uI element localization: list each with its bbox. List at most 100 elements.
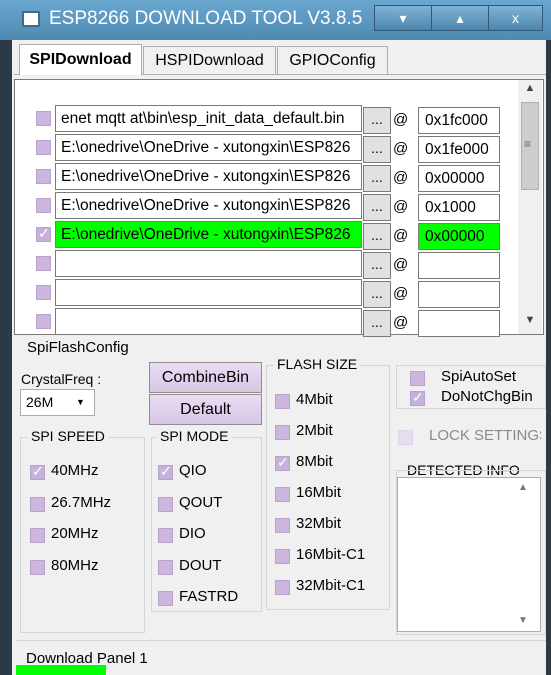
spi-speed-option-checkbox[interactable] — [30, 559, 45, 575]
flash-size-option-label: 4Mbit — [296, 391, 333, 408]
file-enable-checkbox[interactable] — [36, 285, 51, 300]
file-enable-checkbox[interactable] — [36, 198, 51, 213]
tab-hspi-download[interactable]: HSPIDownload — [143, 46, 276, 74]
at-sign-label: @ — [393, 285, 409, 302]
spi-mode-option-checkbox[interactable] — [158, 559, 173, 575]
flash-address-input[interactable]: 0x00000 — [418, 165, 500, 192]
file-path-input[interactable]: enet mqtt at\bin\esp_init_data_default.b… — [55, 105, 362, 132]
window-title: ESP8266 DOWNLOAD TOOL V3.8.5 — [49, 8, 363, 29]
at-sign-label: @ — [393, 227, 409, 244]
file-path-input[interactable]: E:\onedrive\OneDrive - xutongxin\ESP826 — [55, 134, 362, 161]
spi-mode-option-label: FASTRD — [179, 588, 239, 605]
flash-size-option-checkbox[interactable] — [275, 394, 290, 409]
grip-icon: ≡ — [524, 137, 532, 151]
file-enable-checkbox[interactable] — [36, 169, 51, 184]
default-button[interactable]: Default — [149, 394, 262, 425]
flash-address-input[interactable] — [418, 310, 500, 337]
flash-address-input[interactable]: 0x00000 — [418, 223, 500, 250]
flash-size-option-checkbox[interactable] — [275, 518, 290, 533]
spi-speed-option-label: 26.7MHz — [51, 493, 112, 511]
chevron-down-icon: ▼ — [76, 397, 85, 407]
file-enable-checkbox[interactable] — [36, 314, 51, 329]
crystal-freq-label: CrystalFreq : — [21, 371, 102, 387]
app-icon — [22, 11, 40, 27]
browse-button[interactable]: ... — [363, 281, 391, 308]
flash-size-option-label: 2Mbit — [296, 422, 333, 439]
flash-address-input[interactable] — [418, 281, 500, 308]
flash-address-input[interactable]: 0x1000 — [418, 194, 500, 221]
file-enable-checkbox[interactable] — [36, 225, 51, 242]
scroll-down-icon[interactable]: ▼ — [518, 314, 542, 332]
spi-flash-config-title: SpiFlashConfig — [27, 339, 129, 356]
flash-size-option-checkbox[interactable] — [275, 580, 290, 595]
at-sign-label: @ — [393, 169, 409, 186]
flash-address-input[interactable]: 0x1fe000 — [418, 136, 500, 163]
spi-mode-option-checkbox[interactable] — [158, 591, 173, 606]
window-right-edge — [546, 40, 551, 675]
browse-button[interactable]: ... — [363, 194, 391, 221]
download-panel-divider — [16, 640, 546, 641]
spi-mode-option-label: QOUT — [179, 493, 223, 511]
browse-button[interactable]: ... — [363, 136, 391, 163]
spi-speed-option-checkbox[interactable] — [30, 463, 45, 480]
file-path-input[interactable] — [55, 308, 362, 335]
flash-size-option-checkbox[interactable] — [275, 454, 290, 471]
file-enable-checkbox[interactable] — [36, 256, 51, 271]
flash-size-option-label: 8Mbit — [296, 453, 333, 470]
flash-size-option-label: 32Mbit — [296, 515, 342, 532]
chevron-up-icon: ▴ — [456, 9, 464, 26]
tab-gpio-config[interactable]: GPIOConfig — [277, 46, 388, 74]
spi-speed-option-label: 20MHz — [51, 525, 99, 542]
spi-speed-option-checkbox[interactable] — [30, 528, 45, 543]
combine-bin-button[interactable]: CombineBin — [149, 362, 262, 393]
at-sign-label: @ — [393, 256, 409, 273]
browse-button[interactable]: ... — [363, 223, 391, 250]
close-button[interactable]: x — [488, 5, 543, 31]
spi-mode-option-checkbox[interactable] — [158, 496, 173, 512]
download-progress-bar — [16, 665, 106, 675]
file-path-input[interactable] — [55, 250, 362, 277]
flash-address-input[interactable] — [418, 252, 500, 279]
window-left-edge — [0, 40, 12, 675]
spi-mode-option-label: DIO — [179, 525, 206, 542]
file-path-input[interactable]: E:\onedrive\OneDrive - xutongxin\ESP826 — [55, 163, 362, 190]
spi-mode-option-checkbox[interactable] — [158, 463, 173, 480]
at-sign-label: @ — [393, 314, 409, 331]
browse-button[interactable]: ... — [363, 165, 391, 192]
flash-size-option-checkbox[interactable] — [275, 487, 290, 502]
flash-size-option-label: 16Mbit-C1 — [296, 546, 366, 563]
spi-speed-option-label: 80MHz — [51, 556, 99, 574]
file-path-input[interactable]: E:\onedrive\OneDrive - xutongxin\ESP826 — [55, 192, 362, 219]
spi-speed-option-checkbox[interactable] — [30, 496, 45, 512]
at-sign-label: @ — [393, 198, 409, 215]
file-enable-checkbox[interactable] — [36, 111, 51, 126]
flash-size-option-checkbox[interactable] — [275, 425, 290, 440]
spi-mode-option-label: QIO — [179, 462, 207, 479]
spi-mode-option-checkbox[interactable] — [158, 528, 173, 543]
scroll-up-icon[interactable]: ▲ — [518, 82, 542, 100]
close-icon: x — [512, 10, 519, 26]
flash-address-input[interactable]: 0x1fc000 — [418, 107, 500, 134]
browse-button[interactable]: ... — [363, 252, 391, 279]
flash-size-option-label: 32Mbit-C1 — [296, 577, 366, 594]
flash-size-option-checkbox[interactable] — [275, 549, 290, 564]
file-path-input[interactable]: E:\onedrive\OneDrive - xutongxin\ESP826 — [55, 221, 362, 248]
file-enable-checkbox[interactable] — [36, 140, 51, 155]
spi-mode-title: SPI MODE — [157, 428, 232, 444]
flash-size-title: FLASH SIZE — [274, 356, 361, 372]
lock-settings-label: LOCK SETTINGS — [429, 427, 541, 444]
lock-settings-checkbox[interactable] — [398, 430, 413, 445]
spi-speed-title: SPI SPEED — [28, 428, 108, 444]
browse-button[interactable]: ... — [363, 310, 391, 337]
chevron-down-icon: ▾ — [399, 9, 407, 26]
minimize-button[interactable]: ▾ — [374, 5, 432, 31]
spi-speed-option-label: 40MHz — [51, 462, 99, 479]
spi-mode-option-label: DOUT — [179, 556, 222, 574]
at-sign-label: @ — [393, 111, 409, 128]
file-path-input[interactable] — [55, 279, 362, 306]
maximize-button[interactable]: ▴ — [431, 5, 489, 31]
flash-size-option-label: 16Mbit — [296, 484, 342, 501]
browse-button[interactable]: ... — [363, 107, 391, 134]
tab-spi-download[interactable]: SPIDownload — [19, 44, 142, 75]
detected-info-group — [396, 470, 546, 635]
